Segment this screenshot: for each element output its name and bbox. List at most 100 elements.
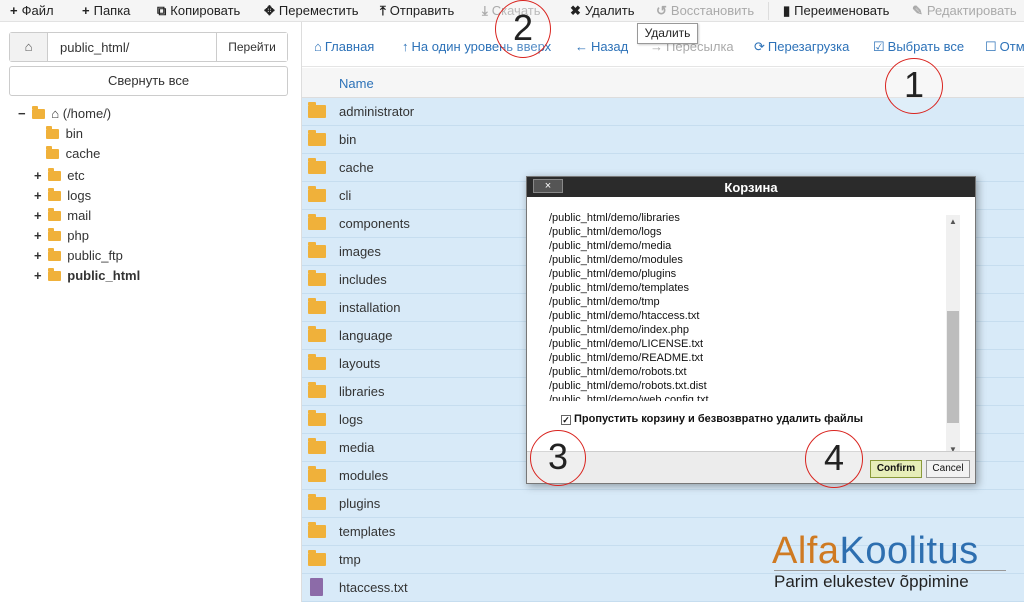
restore-icon: ↺ [656, 3, 667, 18]
file-name[interactable]: cache [339, 160, 374, 175]
scroll-up-icon[interactable]: ▲ [946, 215, 960, 229]
file-name[interactable]: media [339, 440, 374, 455]
collapse-toggle-icon[interactable]: − [18, 104, 28, 124]
file-name[interactable]: tmp [339, 552, 361, 567]
tree-item-bin[interactable]: bin [46, 124, 83, 144]
expand-toggle-icon[interactable]: + [34, 206, 44, 226]
tree-item-etc[interactable]: + etc [34, 166, 85, 186]
edit-button[interactable]: ✎ Редактировать [912, 3, 1017, 19]
confirm-button[interactable]: Confirm [870, 460, 922, 478]
folder-icon [47, 248, 61, 261]
file-name[interactable]: includes [339, 272, 387, 287]
tree-item-logs[interactable]: + logs [34, 186, 91, 206]
cancel-button[interactable]: Cancel [926, 460, 970, 478]
skip-trash-checkbox[interactable]: ✓ [561, 415, 571, 425]
file-row[interactable]: plugins [302, 490, 1024, 518]
collapse-all-button[interactable]: Свернуть все [9, 66, 288, 96]
unselect-all-button[interactable]: ☐ Отм [985, 39, 1024, 55]
file-name[interactable]: cli [339, 188, 351, 203]
tree-item-public-ftp[interactable]: + public_ftp [34, 246, 123, 266]
file-name[interactable]: administrator [339, 104, 414, 119]
file-name[interactable]: plugins [339, 496, 380, 511]
expand-toggle-icon[interactable]: + [34, 246, 44, 266]
home-button[interactable]: ⌂ [10, 33, 48, 61]
expand-toggle-icon[interactable]: + [34, 226, 44, 246]
folder-icon [308, 186, 326, 202]
home-icon: ⌂ [314, 39, 322, 54]
restore-button[interactable]: ↺ Восстановить [656, 3, 754, 19]
scroll-thumb[interactable] [947, 311, 959, 423]
file-name[interactable]: htaccess.txt [339, 580, 408, 595]
file-name[interactable]: language [339, 328, 393, 343]
expand-toggle-icon[interactable]: + [34, 186, 44, 206]
upload-button[interactable]: ⤒ Отправить [380, 3, 454, 19]
toolbar-divider [768, 2, 769, 20]
folder-icon [47, 208, 61, 221]
tree-item-mail[interactable]: + mail [34, 206, 91, 226]
path-input[interactable] [48, 33, 216, 61]
file-row[interactable]: bin [302, 126, 1024, 154]
file-name[interactable]: logs [339, 412, 363, 427]
folder-icon [46, 146, 59, 159]
tree-item-cache[interactable]: cache [46, 144, 100, 164]
folder-icon [308, 130, 326, 146]
plus-icon: + [10, 3, 18, 18]
dialog-header: × Корзина [527, 177, 975, 197]
delete-list-item: /public_html/demo/media [549, 240, 672, 252]
file-name[interactable]: templates [339, 524, 395, 539]
expand-toggle-icon[interactable]: + [34, 266, 44, 286]
delete-list-item: /public_html/demo/modules [549, 254, 683, 266]
folder-icon [308, 214, 326, 230]
reload-button[interactable]: ⟳ Перезагрузка [754, 39, 849, 55]
file-name[interactable]: layouts [339, 356, 380, 371]
delete-tooltip: Удалить [637, 23, 698, 44]
skip-trash-option[interactable]: ✓ Пропустить корзину и безвозвратно удали… [561, 413, 863, 425]
expand-toggle-icon[interactable]: + [34, 166, 44, 186]
file-name[interactable]: images [339, 244, 381, 259]
pencil-icon: ✎ [912, 3, 923, 18]
folder-icon [308, 242, 326, 258]
dialog-footer: Confirm Cancel [527, 451, 975, 483]
move-button[interactable]: ✥ Переместить [264, 3, 359, 19]
go-button[interactable]: Перейти [216, 33, 287, 61]
rename-button[interactable]: ▮ Переименовать [783, 3, 889, 19]
delete-list-item: /public_html/demo/tmp [549, 296, 660, 308]
file-name[interactable]: libraries [339, 384, 385, 399]
upload-icon: ⤒ [380, 3, 386, 18]
folder-icon [47, 268, 61, 281]
folder-icon [308, 522, 326, 538]
brand-underline [774, 570, 1006, 571]
select-all-button[interactable]: ☑ Выбрать все [873, 39, 964, 55]
new-folder-button[interactable]: + Папка [82, 3, 130, 18]
plus-icon: + [82, 3, 90, 18]
delete-button[interactable]: ✖ Удалить [570, 3, 635, 19]
move-icon: ✥ [264, 3, 275, 18]
copy-button[interactable]: ⧉ Копировать [157, 3, 240, 19]
folder-icon [308, 102, 326, 118]
new-file-button[interactable]: + Файл [10, 3, 54, 18]
delete-list-item: /public_html/demo/plugins [549, 268, 677, 280]
folder-icon [47, 228, 61, 241]
file-name[interactable]: bin [339, 132, 356, 147]
folder-icon [47, 168, 61, 181]
delete-icon: ✖ [570, 3, 581, 18]
folder-icon [308, 410, 326, 426]
back-button[interactable]: ← Назад [575, 39, 628, 54]
file-name[interactable]: components [339, 216, 410, 231]
tree-item-php[interactable]: + php [34, 226, 89, 246]
alfakoolitus-watermark: AlfaKoolitus Parim elukestev õppimine [772, 530, 1022, 596]
tree-item-public-html[interactable]: + public_html [34, 266, 140, 286]
file-name[interactable]: installation [339, 300, 400, 315]
delete-list-item: /public_html/demo/README.txt [549, 352, 704, 364]
path-bar: ⌂ Перейти [9, 32, 288, 62]
home-nav-button[interactable]: ⌂ Главная [314, 39, 374, 54]
folder-icon [308, 298, 326, 314]
folder-icon [308, 550, 326, 566]
refresh-icon: ⟳ [754, 39, 765, 54]
file-name[interactable]: modules [339, 468, 388, 483]
dialog-scrollbar[interactable]: ▲ ▼ [946, 215, 960, 457]
file-icon: ▮ [783, 3, 791, 18]
column-header-name[interactable]: Name [339, 76, 374, 91]
tree-item-home[interactable]: − ⌂ (/home/) [18, 104, 111, 124]
checkbox-empty-icon: ☐ [985, 39, 997, 54]
